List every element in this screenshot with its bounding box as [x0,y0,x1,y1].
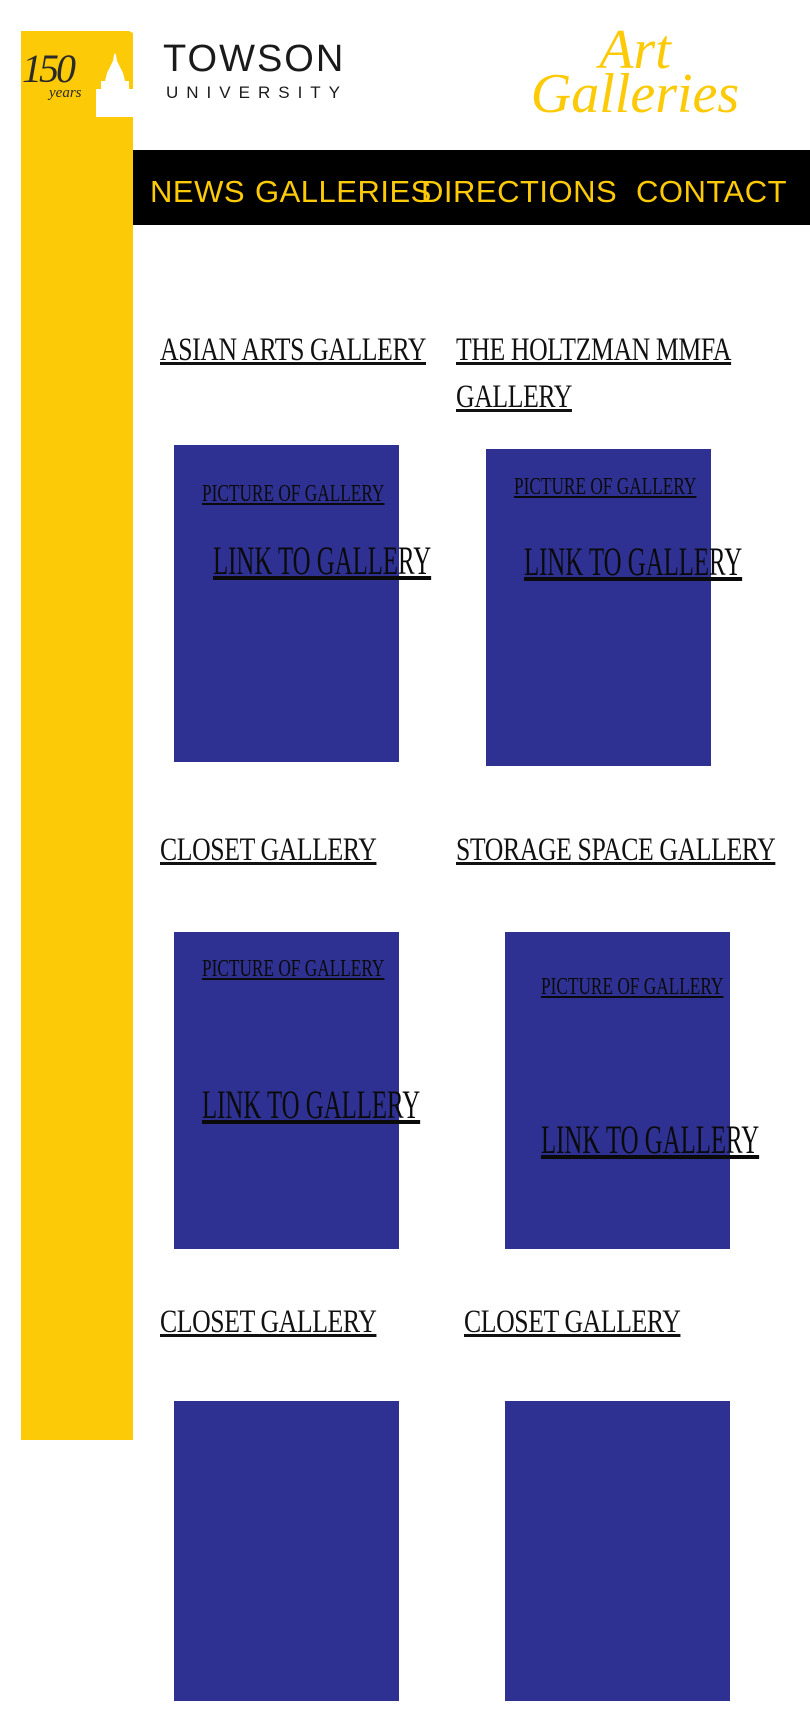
nav-directions[interactable]: DIRECTIONS [421,175,617,209]
gallery-panel-asian-arts: PICTURE OF GALLERY LINK TO GALLERY [174,445,431,762]
gallery-link[interactable]: LINK TO GALLERY [213,537,431,584]
gallery-link[interactable]: LINK TO GALLERY [202,1081,420,1128]
gallery-title-asian-arts[interactable]: ASIAN ARTS GALLERY [160,326,426,374]
gallery-title-closet-3[interactable]: CLOSET GALLERY [464,1298,681,1346]
main-nav: NEWS GALLERIES DIRECTIONS CONTACT [133,150,810,225]
gold-sidebar [21,31,133,1440]
gallery-panel-storage-space: PICTURE OF GALLERY LINK TO GALLERY [505,932,759,1249]
gallery-panel-holtzman: PICTURE OF GALLERY LINK TO GALLERY [486,449,742,766]
gallery-picture-placeholder: PICTURE OF GALLERY [202,956,385,982]
gallery-picture-placeholder: PICTURE OF GALLERY [202,481,385,507]
gallery-title-closet-2[interactable]: CLOSET GALLERY [160,1298,377,1346]
gallery-panel-closet-2 [174,1401,399,1701]
gallery-link[interactable]: LINK TO GALLERY [541,1116,759,1163]
university-subtitle: UNIVERSITY [166,83,349,102]
site-title-line2: Galleries [530,63,740,125]
site-title[interactable]: Art Galleries [505,22,765,125]
gallery-picture-placeholder: PICTURE OF GALLERY [514,474,697,500]
gallery-panel-closet-3 [505,1401,730,1701]
gallery-title-holtzman[interactable]: THE HOLTZMAN MMFA [456,326,731,374]
gallery-panel-closet: PICTURE OF GALLERY LINK TO GALLERY [174,932,420,1249]
gallery-title-closet[interactable]: CLOSET GALLERY [160,826,377,874]
gallery-title-storage-space[interactable]: STORAGE SPACE GALLERY [456,826,776,874]
nav-galleries[interactable]: GALLERIES [255,175,432,209]
nav-news[interactable]: NEWS [150,175,245,209]
university-name[interactable]: TOWSON [163,40,345,78]
anniversary-word: years [49,85,82,101]
nav-contact[interactable]: CONTACT [636,175,787,209]
anniversary-logo[interactable]: 150 years [21,31,133,119]
gallery-picture-placeholder: PICTURE OF GALLERY [541,974,724,1000]
gallery-title-holtzman-line2[interactable]: GALLERY [456,373,572,421]
gallery-link[interactable]: LINK TO GALLERY [524,538,742,585]
